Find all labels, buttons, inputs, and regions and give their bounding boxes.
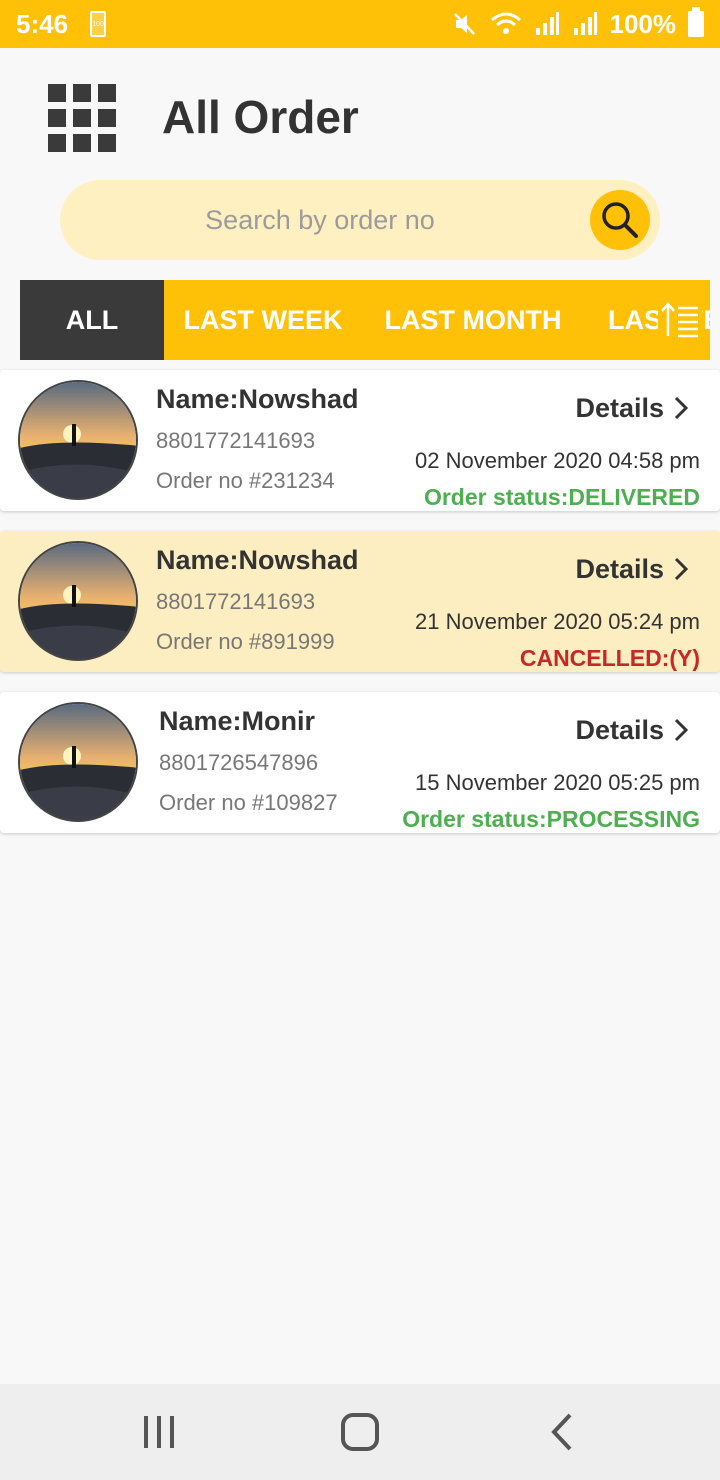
customer-name: Name:Nowshad bbox=[156, 545, 359, 575]
back-icon bbox=[551, 1413, 572, 1451]
order-status: CANCELLED:(Y) bbox=[519, 645, 700, 671]
status-time: 5:46 bbox=[16, 8, 69, 39]
avatar bbox=[18, 541, 138, 661]
order-number: Order no #891999 bbox=[156, 629, 335, 654]
order-date: 02 November 2020 04:58 pm bbox=[415, 448, 700, 473]
chevron-right-icon bbox=[674, 718, 688, 742]
battery-saver-icon: 100 bbox=[90, 11, 107, 37]
search-icon bbox=[602, 202, 638, 238]
signal-icon-2 bbox=[572, 11, 598, 37]
details-label: Details bbox=[575, 714, 664, 745]
order-card[interactable]: Name:Monir 8801726547896 Order no #10982… bbox=[0, 692, 720, 833]
wifi-icon bbox=[490, 11, 522, 37]
status-bar: 5:46 100 100% bbox=[0, 0, 720, 48]
tab-last-week[interactable]: LAST WEEK bbox=[164, 280, 362, 360]
details-label: Details bbox=[575, 392, 664, 423]
customer-phone: 8801772141693 bbox=[156, 428, 316, 453]
search-button[interactable] bbox=[590, 190, 650, 250]
filter-tabs: ALL LAST WEEK LAST MONTH LAST YEAR bbox=[20, 280, 710, 360]
mute-icon bbox=[452, 11, 478, 37]
order-status: Order status:PROCESSING bbox=[402, 806, 700, 832]
recent-apps-icon bbox=[144, 1416, 174, 1448]
chevron-right-icon bbox=[674, 396, 688, 420]
tab-all[interactable]: ALL bbox=[20, 280, 164, 360]
home-icon bbox=[341, 1413, 379, 1451]
customer-name: Name:Nowshad bbox=[156, 384, 359, 414]
details-label: Details bbox=[575, 553, 664, 584]
search-input[interactable] bbox=[90, 180, 550, 260]
battery-percent: 100% bbox=[609, 8, 677, 39]
system-nav-bar bbox=[0, 1384, 720, 1480]
details-link[interactable]: Details bbox=[575, 390, 688, 426]
recent-apps-button[interactable] bbox=[139, 1412, 179, 1452]
customer-phone: 8801772141693 bbox=[156, 589, 316, 614]
chevron-right-icon bbox=[674, 557, 688, 581]
tab-last-month[interactable]: LAST MONTH bbox=[362, 280, 584, 360]
order-number: Order no #109827 bbox=[159, 790, 338, 815]
home-button[interactable] bbox=[340, 1412, 380, 1452]
avatar bbox=[18, 380, 138, 500]
order-card[interactable]: Name:Nowshad 8801772141693 Order no #231… bbox=[0, 370, 720, 511]
order-date: 21 November 2020 05:24 pm bbox=[415, 609, 700, 634]
avatar bbox=[18, 702, 138, 822]
order-date: 15 November 2020 05:25 pm bbox=[415, 770, 700, 795]
back-button[interactable] bbox=[542, 1412, 582, 1452]
signal-icon bbox=[534, 11, 560, 37]
page-title: All Order bbox=[162, 91, 359, 143]
grid-menu-icon[interactable] bbox=[48, 84, 116, 152]
sort-icon bbox=[661, 302, 698, 338]
customer-phone: 8801726547896 bbox=[159, 750, 319, 775]
order-number: Order no #231234 bbox=[156, 468, 335, 493]
search-bar bbox=[60, 180, 660, 260]
app-header: All Order bbox=[0, 48, 720, 178]
customer-name: Name:Monir bbox=[159, 706, 316, 736]
sort-button[interactable] bbox=[658, 298, 702, 342]
order-status: Order status:DELIVERED bbox=[423, 484, 700, 510]
details-link[interactable]: Details bbox=[575, 551, 688, 587]
order-card[interactable]: Name:Nowshad 8801772141693 Order no #891… bbox=[0, 531, 720, 672]
details-link[interactable]: Details bbox=[575, 712, 688, 748]
battery-icon bbox=[688, 7, 704, 37]
